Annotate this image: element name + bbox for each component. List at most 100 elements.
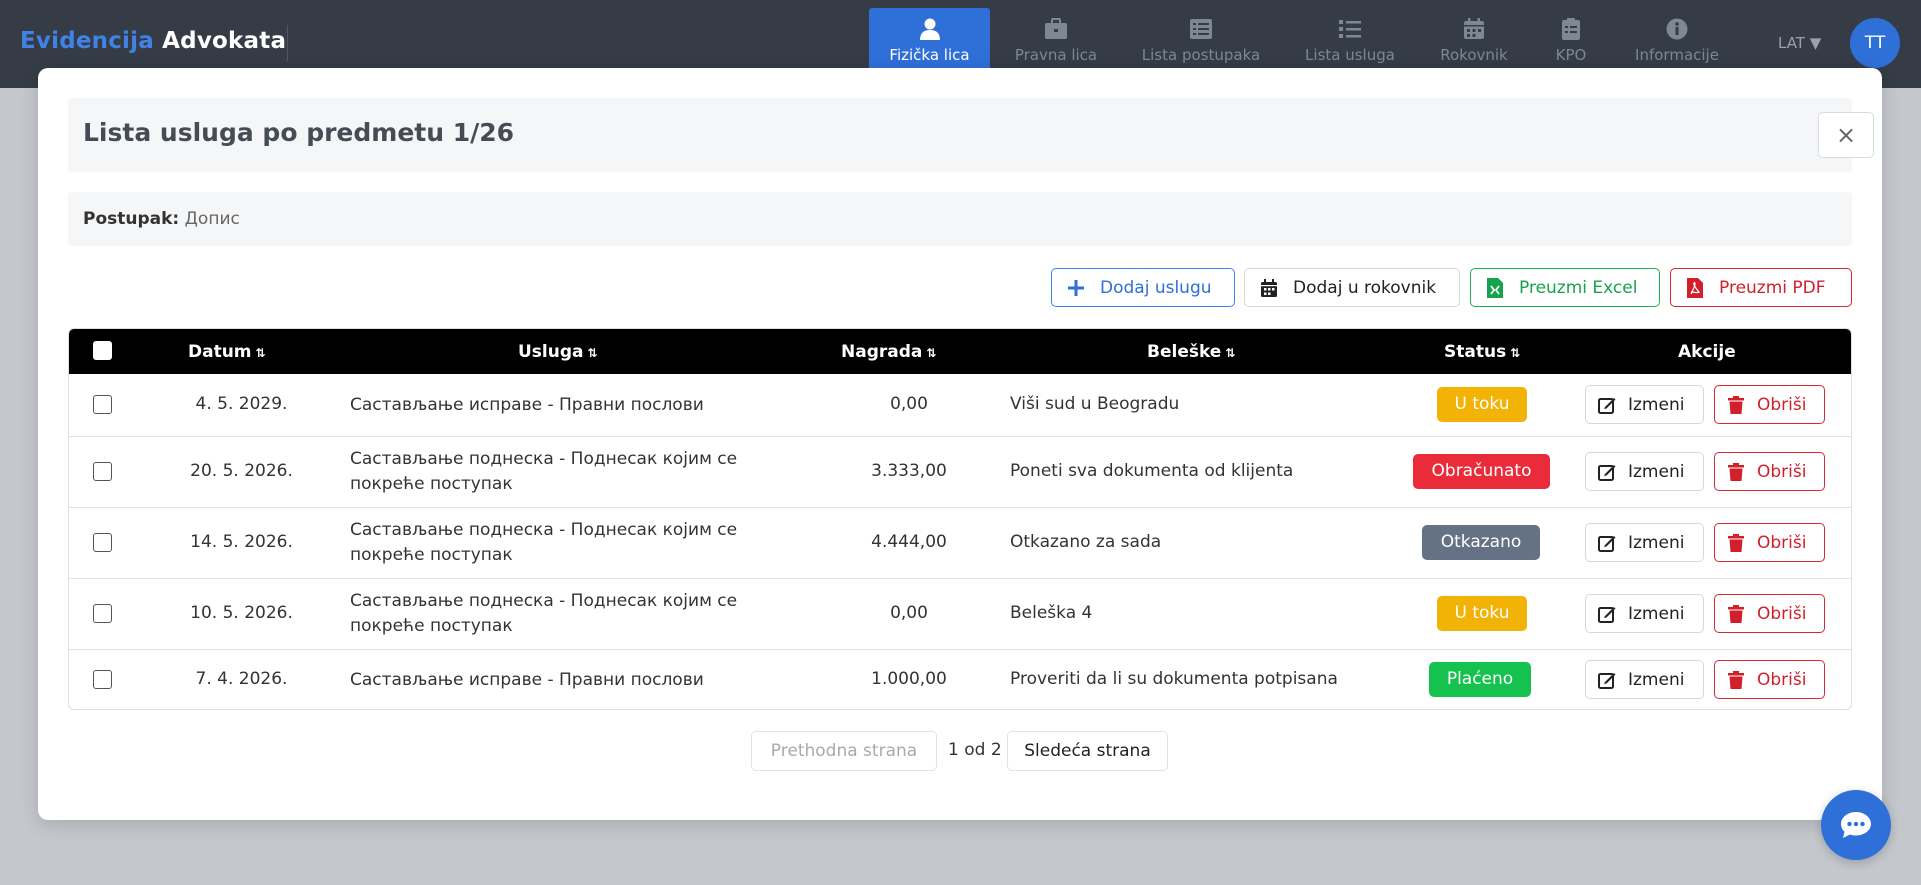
- chat-button[interactable]: [1821, 790, 1891, 860]
- cell-datum: 14. 5. 2026.: [190, 532, 293, 552]
- calendar-icon: [1259, 278, 1279, 298]
- status-badge: U toku: [1437, 596, 1527, 631]
- plus-icon: [1066, 278, 1086, 298]
- header-label: Beleške: [1147, 342, 1222, 362]
- edit-icon: [1598, 671, 1616, 689]
- procedure-info-bar: Postupak: Допис: [68, 192, 1852, 246]
- nav-item-informacije[interactable]: Informacije: [1628, 8, 1726, 72]
- language-dropdown[interactable]: LAT ▼: [1778, 34, 1821, 52]
- edit-icon: [1598, 463, 1616, 481]
- next-page-button[interactable]: Sledeća strana: [1007, 731, 1168, 771]
- trash-icon: [1727, 462, 1745, 481]
- nav-label: Informacije: [1635, 46, 1719, 64]
- brand-part2: Advokata: [162, 28, 287, 54]
- sort-icon: ⇅: [255, 346, 266, 360]
- nav-item-lista-postupaka[interactable]: Lista postupaka: [1133, 8, 1269, 72]
- edit-button[interactable]: Izmeni: [1585, 523, 1704, 562]
- sort-icon: ⇅: [1510, 346, 1521, 360]
- close-button[interactable]: ×: [1818, 112, 1874, 158]
- row-checkbox[interactable]: [93, 462, 112, 481]
- export-excel-label: Preuzmi Excel: [1519, 277, 1638, 298]
- status-badge: Otkazano: [1422, 525, 1540, 560]
- cell-usluga: Састављање поднеска - Поднесак којим се …: [350, 449, 738, 494]
- cell-datum: 20. 5. 2026.: [190, 461, 293, 481]
- edit-label: Izmeni: [1628, 394, 1685, 415]
- nav-item-kpo[interactable]: KPO: [1545, 8, 1597, 72]
- table-header: Datum ⇅ Usluga ⇅ Nagrada ⇅ Beleške ⇅ Status ⇅…: [69, 329, 1851, 374]
- trash-icon: [1727, 670, 1745, 689]
- cell-beleske: Viši sud u Beogradu: [1010, 394, 1180, 414]
- header-label: Status: [1444, 342, 1507, 362]
- edit-label: Izmeni: [1628, 603, 1685, 624]
- user-avatar[interactable]: TT: [1850, 18, 1900, 68]
- cell-datum: 4. 5. 2029.: [195, 394, 288, 414]
- column-header-datum[interactable]: Datum ⇅: [188, 342, 266, 362]
- edit-button[interactable]: Izmeni: [1585, 660, 1704, 699]
- nav-label: Lista usluga: [1305, 46, 1395, 64]
- edit-icon: [1598, 534, 1616, 552]
- cell-usluga: Састављање исправе - Правни послови: [350, 670, 704, 690]
- excel-file-icon: [1485, 277, 1505, 298]
- brand-part1: Evidencija: [20, 28, 154, 54]
- list-icon: [1339, 20, 1361, 38]
- select-all-checkbox[interactable]: [93, 341, 112, 360]
- row-checkbox[interactable]: [93, 533, 112, 552]
- calendar-icon: [1464, 18, 1484, 39]
- row-checkbox[interactable]: [93, 395, 112, 414]
- nav-item-fizicka-lica[interactable]: Fizička lica: [869, 8, 990, 72]
- delete-button[interactable]: Obriši: [1714, 523, 1825, 562]
- delete-label: Obriši: [1757, 669, 1807, 690]
- export-pdf-label: Preuzmi PDF: [1719, 277, 1826, 298]
- cell-beleske: Poneti sva dokumenta od klijenta: [1010, 461, 1294, 481]
- nav-item-lista-usluga[interactable]: Lista usluga: [1295, 8, 1405, 72]
- app-logo[interactable]: Evidencija Advokata: [20, 28, 286, 54]
- delete-button[interactable]: Obriši: [1714, 385, 1825, 424]
- delete-button[interactable]: Obriši: [1714, 660, 1825, 699]
- close-icon: ×: [1835, 121, 1857, 149]
- status-badge: Obračunato: [1413, 454, 1550, 489]
- edit-label: Izmeni: [1628, 461, 1685, 482]
- trash-icon: [1727, 533, 1745, 552]
- services-modal: Lista usluga po predmetu 1/26 × Postupak…: [38, 68, 1882, 820]
- nav-label: KPO: [1555, 46, 1587, 64]
- modal-header: Lista usluga po predmetu 1/26 ×: [68, 98, 1874, 172]
- column-header-akcije: Akcije: [1678, 342, 1736, 362]
- sort-icon: ⇅: [587, 346, 598, 360]
- column-header-status[interactable]: Status ⇅: [1444, 342, 1520, 362]
- export-pdf-button[interactable]: Preuzmi PDF: [1670, 268, 1852, 307]
- trash-icon: [1727, 395, 1745, 414]
- sort-icon: ⇅: [926, 346, 937, 360]
- table-row: 4. 5. 2029. Састављање исправе - Правни …: [69, 374, 1851, 436]
- column-header-nagrada[interactable]: Nagrada ⇅: [841, 342, 936, 362]
- status-badge: U toku: [1437, 387, 1527, 422]
- delete-button[interactable]: Obriši: [1714, 594, 1825, 633]
- list-alt-icon: [1190, 19, 1212, 39]
- cell-datum: 7. 4. 2026.: [195, 669, 288, 689]
- row-checkbox[interactable]: [93, 604, 112, 623]
- nav-label: Rokovnik: [1440, 46, 1508, 64]
- previous-page-button[interactable]: Prethodna strana: [751, 731, 937, 771]
- nav-item-pravna-lica[interactable]: Pravna lica: [1003, 8, 1109, 72]
- cell-nagrada: 0,00: [890, 394, 928, 414]
- column-header-usluga[interactable]: Usluga ⇅: [518, 342, 598, 362]
- column-header-beleske[interactable]: Beleške ⇅: [1147, 342, 1235, 362]
- cell-nagrada: 1.000,00: [871, 669, 947, 689]
- row-checkbox[interactable]: [93, 670, 112, 689]
- delete-label: Obriši: [1757, 461, 1807, 482]
- pdf-file-icon: [1685, 277, 1705, 298]
- add-service-button[interactable]: Dodaj uslugu: [1051, 268, 1235, 307]
- nav-item-rokovnik[interactable]: Rokovnik: [1433, 8, 1515, 72]
- export-excel-button[interactable]: Preuzmi Excel: [1470, 268, 1660, 307]
- status-badge: Plaćeno: [1429, 662, 1531, 697]
- add-to-calendar-button[interactable]: Dodaj u rokovnik: [1244, 268, 1460, 307]
- edit-button[interactable]: Izmeni: [1585, 385, 1704, 424]
- delete-label: Obriši: [1757, 532, 1807, 553]
- delete-button[interactable]: Obriši: [1714, 452, 1825, 491]
- delete-label: Obriši: [1757, 603, 1807, 624]
- edit-button[interactable]: Izmeni: [1585, 452, 1704, 491]
- modal-title: Lista usluga po predmetu 1/26: [83, 118, 515, 147]
- edit-button[interactable]: Izmeni: [1585, 594, 1704, 633]
- cell-nagrada: 3.333,00: [871, 461, 947, 481]
- edit-label: Izmeni: [1628, 532, 1685, 553]
- header-label: Usluga: [518, 342, 584, 362]
